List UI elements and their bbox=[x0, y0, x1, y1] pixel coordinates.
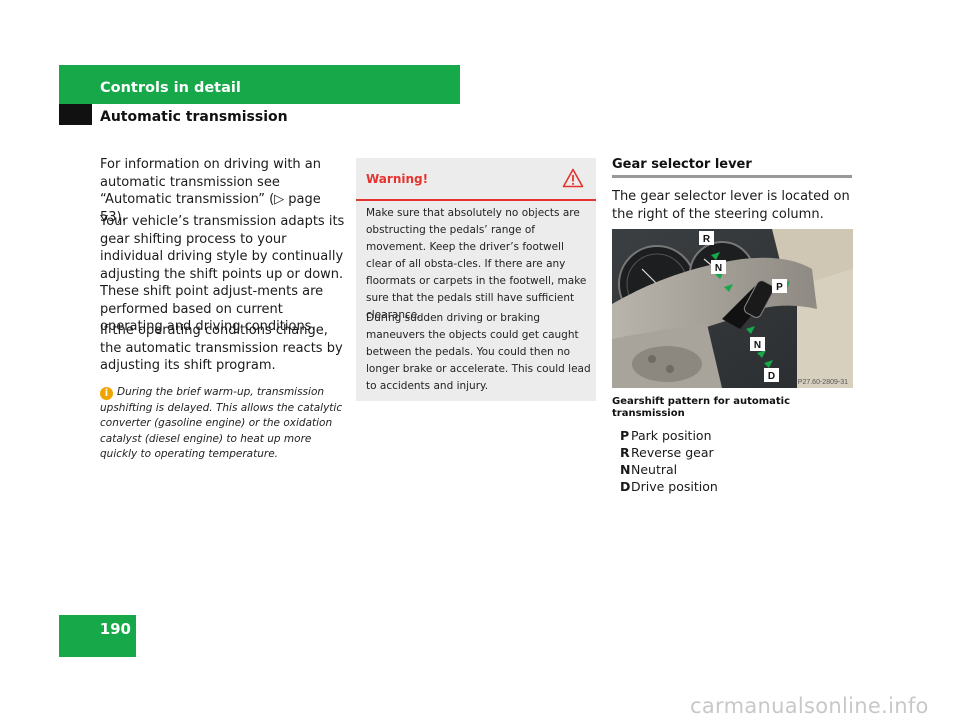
gear-selector-heading: Gear selector lever bbox=[612, 157, 752, 172]
gear-label-d: D bbox=[768, 371, 775, 382]
info-note: i During the brief warm-up, transmission … bbox=[100, 385, 350, 463]
info-note-text: During the brief warm-up, transmission u… bbox=[100, 386, 343, 460]
warning-triangle-icon bbox=[562, 168, 584, 188]
section-title: Controls in detail bbox=[100, 80, 241, 96]
subsection-title: Automatic transmission bbox=[100, 109, 288, 125]
gear-selector-text: The gear selector lever is located on th… bbox=[612, 189, 850, 222]
operating-conditions-paragraph: If the operating conditions change, the … bbox=[100, 323, 343, 373]
heading-rule bbox=[612, 175, 852, 178]
image-caption: Gearshift pattern for automatic transmis… bbox=[612, 396, 791, 419]
adaptation-paragraph: Your vehicle’s transmission adapts its g… bbox=[100, 214, 345, 334]
gear-label-n-upper: N bbox=[715, 263, 722, 274]
warning-header: Warning! bbox=[356, 158, 596, 201]
gear-label-p: P bbox=[776, 282, 783, 293]
image-code: P27.60-2809-31 bbox=[798, 379, 848, 386]
gear-legend: P Park position RReverse gear NNeutral DD… bbox=[620, 427, 718, 495]
page-number: 190 bbox=[99, 620, 131, 638]
legend-item: NNeutral bbox=[620, 462, 678, 477]
legend-item: P Park position bbox=[620, 428, 712, 443]
header-marker bbox=[59, 104, 92, 125]
legend-item: RReverse gear bbox=[620, 445, 714, 460]
warning-paragraph-2: During sudden driving or braking maneuve… bbox=[366, 312, 591, 392]
watermark: carmanualsonline.info bbox=[690, 694, 929, 718]
warning-title: Warning! bbox=[366, 172, 429, 186]
gear-label-n-lower: N bbox=[754, 340, 761, 351]
warning-paragraph-1: Make sure that absolutely no objects are… bbox=[366, 207, 587, 321]
info-icon: i bbox=[100, 387, 113, 400]
legend-item: DDrive position bbox=[620, 479, 718, 494]
gear-label-r: R bbox=[703, 234, 711, 245]
gearshift-photo: R N P N D P27.60-2809-31 bbox=[612, 229, 853, 388]
warning-box: Warning! Make sure that absolutely no ob… bbox=[356, 158, 596, 401]
